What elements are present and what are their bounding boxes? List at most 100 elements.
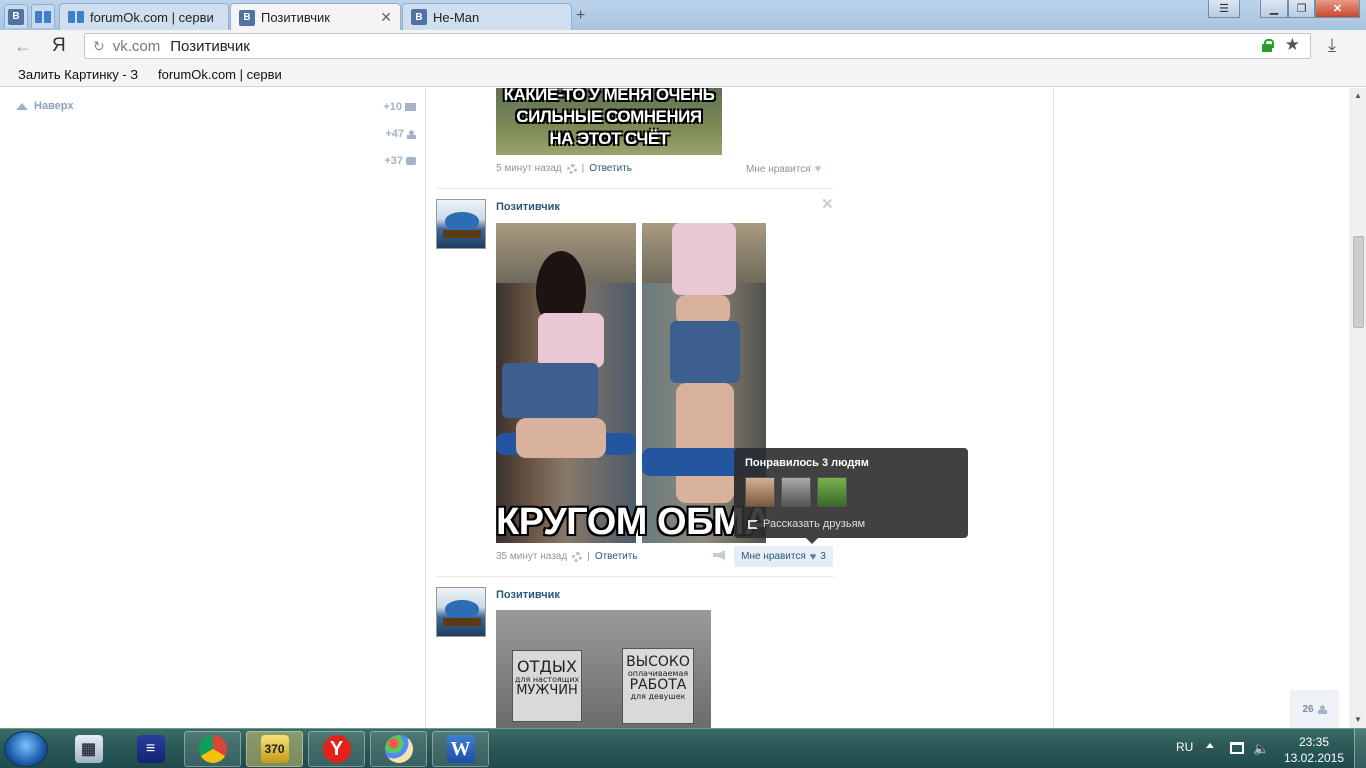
online-friends-counter[interactable]: 26 — [1290, 690, 1339, 728]
online-count: 26 — [1302, 703, 1314, 715]
liker-avatar[interactable] — [781, 477, 811, 507]
counter-value: +10 — [383, 101, 402, 113]
pinned-tab-vk[interactable]: В — [4, 4, 28, 28]
yandex-logo[interactable]: Я — [52, 35, 66, 57]
keyboard-language[interactable]: RU — [1176, 740, 1193, 754]
start-button[interactable] — [4, 731, 48, 767]
lock-icon[interactable] — [1262, 39, 1274, 52]
like-button-active[interactable]: Мне нравится ♥ 3 — [734, 546, 833, 567]
taskbar-word[interactable]: W — [432, 731, 489, 767]
scroll-thumb[interactable] — [1353, 236, 1364, 328]
vk-page: Наверх +10 +47 +37 КАКИЕ-ТО У МЕНЯ ОЧЕНЬ… — [0, 88, 1350, 728]
windows-taskbar: ▦ ≡ 370 Y W RU 🔈 23:35 13.02.2015 — [0, 728, 1366, 768]
gear-icon[interactable] — [566, 163, 577, 174]
post-photo-left[interactable] — [496, 223, 636, 543]
tab-he-man[interactable]: В He-Man — [402, 3, 572, 30]
book-icon — [35, 10, 51, 24]
reload-icon[interactable]: ↻ — [93, 38, 105, 55]
likes-popup-title: Понравилось 3 людям — [745, 457, 869, 469]
taskbar-yandex[interactable]: Y — [308, 731, 365, 767]
share-link[interactable]: Рассказать друзьям — [748, 518, 865, 530]
photo-detail — [538, 313, 604, 368]
meme-line: КАКИЕ-ТО У МЕНЯ ОЧЕНЬ — [503, 88, 715, 104]
minimize-button[interactable]: ▁ — [1260, 0, 1288, 18]
scroll-down-arrow-icon[interactable]: ▼ — [1354, 715, 1362, 724]
like-button[interactable]: Мне нравится ♥ — [746, 163, 821, 175]
reply-link[interactable]: Ответить — [595, 551, 638, 562]
post-author[interactable]: Позитивчик — [496, 589, 560, 601]
post-author[interactable]: Позитивчик — [496, 201, 560, 213]
tab-label: Позитивчик — [261, 10, 330, 25]
calculator-icon: ▦ — [74, 735, 103, 763]
liker-avatar[interactable] — [817, 477, 847, 507]
page-scrollbar[interactable]: ▲ ▼ — [1350, 88, 1366, 728]
avatar[interactable] — [436, 199, 486, 249]
comments-counter[interactable]: +37 — [350, 155, 416, 167]
clock-date: 13.02.2015 — [1283, 751, 1345, 765]
system-clock[interactable]: 23:35 13.02.2015 — [1282, 734, 1346, 766]
messages-counter[interactable]: +10 — [350, 101, 416, 113]
taskbar-calculator[interactable]: ▦ — [60, 731, 117, 767]
like-label: Мне нравится — [741, 551, 806, 562]
post-image[interactable]: КАКИЕ-ТО У МЕНЯ ОЧЕНЬ СИЛЬНЫЕ СОМНЕНИЯ Н… — [496, 88, 722, 155]
delete-post-icon[interactable]: ✕ — [821, 195, 834, 213]
media-icon: 370 — [260, 735, 289, 763]
download-icon[interactable]: ⤓ — [1328, 35, 1336, 56]
meme-line: СИЛЬНЫЕ СОМНЕНИЯ — [516, 107, 702, 126]
new-tab-button[interactable]: + — [576, 7, 585, 25]
pinned-tab-book[interactable] — [31, 4, 55, 28]
meme-caption: КРУГОМ ОБМАН — [496, 501, 764, 543]
counter-value: +47 — [385, 128, 404, 140]
person-icon — [1317, 704, 1327, 714]
photo-detail — [670, 321, 740, 383]
share-icon — [748, 519, 758, 529]
url-page-title: Позитивчик — [170, 37, 250, 55]
maximize-button[interactable]: ❐ — [1288, 0, 1315, 18]
post-time[interactable]: 5 минут назад — [496, 163, 562, 174]
network-icon[interactable] — [1230, 742, 1244, 754]
scroll-to-top-link[interactable]: Наверх — [16, 100, 74, 112]
volume-icon[interactable]: 🔈 — [1253, 741, 1269, 757]
taskbar-paint[interactable] — [370, 731, 427, 767]
post-time[interactable]: 35 минут назад — [496, 551, 567, 562]
like-count: 3 — [820, 551, 826, 562]
avatar[interactable] — [436, 587, 486, 637]
taskbar-chrome[interactable] — [184, 731, 241, 767]
post-meta: 5 минут назад | Ответить — [496, 163, 632, 174]
scroll-up-arrow-icon[interactable]: ▲ — [1354, 91, 1362, 100]
taskbar-notes[interactable]: ≡ — [122, 731, 179, 767]
bookmark-forumok[interactable]: forumOk.com | серви — [158, 67, 286, 82]
taskbar-media[interactable]: 370 — [246, 731, 303, 767]
tab-pozitivchik[interactable]: В Позитивчик ✕ — [230, 3, 401, 31]
menu-icon[interactable]: ☰ — [1208, 0, 1240, 18]
gear-icon[interactable] — [572, 551, 583, 562]
tab-label: He-Man — [433, 9, 480, 25]
bookmarks-bar: Залить Картинку - З forumOk.com | серви — [0, 62, 1366, 87]
sign-text: РАБОТА — [629, 677, 687, 694]
meta-separator: | — [581, 163, 585, 174]
close-window-button[interactable]: ✕ — [1315, 0, 1360, 18]
photo-sign: ОТДЫХ для настоящих МУЖЧИН — [512, 650, 582, 722]
post-meta: 35 минут назад | Ответить — [496, 551, 638, 562]
liker-avatar[interactable] — [745, 477, 775, 507]
show-desktop-button[interactable] — [1354, 729, 1366, 768]
bookmark-zalit[interactable]: Залить Картинку - З — [18, 67, 146, 82]
address-bar[interactable]: ↻ vk.com Позитивчик ★ — [84, 33, 1311, 59]
sign-text: для девушек — [630, 691, 686, 701]
share-label: Рассказать друзьям — [763, 518, 866, 530]
friends-counter[interactable]: +47 — [350, 128, 416, 140]
feed-column: КАКИЕ-ТО У МЕНЯ ОЧЕНЬ СИЛЬНЫЕ СОМНЕНИЯ Н… — [425, 88, 1054, 728]
tab-forumok[interactable]: forumOk.com | серви — [59, 3, 229, 30]
post-image[interactable]: ОТДЫХ для настоящих МУЖЧИН ВЫСОКО оплачи… — [496, 610, 711, 728]
tray-expand-icon[interactable] — [1206, 743, 1214, 748]
star-icon[interactable]: ★ — [1285, 35, 1300, 55]
close-tab-icon[interactable]: ✕ — [380, 9, 392, 26]
photo-detail — [676, 383, 734, 503]
reply-link[interactable]: Ответить — [589, 163, 632, 174]
mail-icon — [405, 103, 416, 111]
back-arrow-icon[interactable]: ← — [14, 36, 32, 57]
word-icon: W — [446, 735, 475, 763]
likes-popup: Понравилось 3 людям Рассказать друзьям — [734, 448, 968, 544]
comment-icon — [406, 157, 416, 165]
tab-label: forumOk.com | серви — [90, 9, 214, 25]
